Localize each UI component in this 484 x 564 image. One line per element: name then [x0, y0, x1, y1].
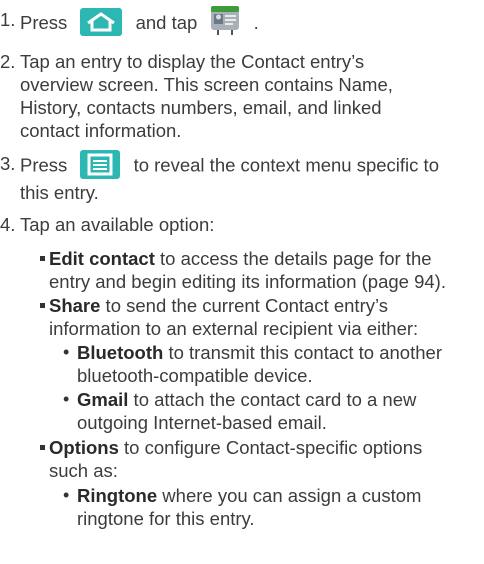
dot-bullet: •: [63, 389, 70, 409]
option-term: Bluetooth: [77, 342, 164, 363]
option-term: Gmail: [77, 389, 129, 410]
option-gmail: • Gmail to attach the contact card to a …: [63, 388, 480, 434]
square-bullet: [40, 255, 45, 261]
step-1-and-tap-text: and tap: [135, 11, 198, 33]
menu-icon: [80, 150, 121, 179]
step-4-text: Tap an available option:: [20, 214, 215, 235]
option-desc-line-2: outgoing Internet-based email.: [77, 412, 327, 433]
step-2-line: contact information.: [20, 120, 182, 141]
option-ringtone: • Ringtone where you can assign a custom…: [63, 484, 480, 530]
option-edit-contact: Edit contact to access the details page …: [40, 247, 480, 293]
option-desc: to attach the contact card to a new: [128, 389, 417, 410]
square-bullet: [40, 302, 45, 308]
step-2-line: Tap an entry to display the Contact entr…: [20, 51, 365, 72]
option-desc-line-2: information to an external recipient via…: [49, 318, 419, 339]
option-desc-line-2: such as:: [49, 460, 118, 481]
step-2-line: History, contacts numbers, email, and li…: [20, 97, 382, 118]
option-desc-line-2: bluetooth-compatible device.: [77, 365, 313, 386]
option-bluetooth: • Bluetooth to transmit this contact to …: [63, 341, 480, 387]
step-number: 3.: [0, 153, 16, 174]
step-2-line: overview screen. This screen contains Na…: [20, 74, 393, 95]
option-term: Share: [49, 295, 101, 316]
square-bullet: [40, 444, 45, 450]
dot-bullet: •: [63, 342, 70, 362]
manual-page: 1. Press and tap . 2. Tap an entry to di…: [0, 0, 484, 564]
option-term: Options: [49, 437, 119, 458]
option-term: Ringtone: [77, 485, 158, 506]
step-number: 1.: [0, 9, 16, 30]
option-options: Options to configure Contact-specific op…: [40, 436, 480, 482]
contacts-app-icon: [208, 4, 242, 36]
dot-bullet: •: [63, 485, 70, 505]
step-3-rest-text: to reveal the context menu specific to: [133, 154, 439, 176]
step-number: 2.: [0, 51, 16, 72]
step-3-line-2: this entry.: [20, 182, 99, 203]
option-desc-line-2: ringtone for this entry.: [77, 508, 255, 529]
step-number: 4.: [0, 214, 16, 235]
step-1-press-text: Press: [20, 11, 68, 33]
option-share: Share to send the current Contact entry’…: [40, 294, 480, 340]
option-desc: to configure Contact-specific options: [118, 437, 423, 458]
step-1-period: .: [253, 11, 259, 33]
option-desc: where you can assign a custom: [157, 485, 422, 506]
option-term: Edit contact: [49, 248, 155, 269]
step-3-press-text: Press: [20, 154, 68, 176]
option-desc: to access the details page for the: [154, 248, 432, 269]
option-desc: to transmit this contact to another: [163, 342, 442, 363]
option-desc-line-2: entry and begin editing its information …: [49, 271, 446, 292]
home-icon: [80, 8, 123, 36]
option-desc: to send the current Contact entry’s: [100, 295, 389, 316]
